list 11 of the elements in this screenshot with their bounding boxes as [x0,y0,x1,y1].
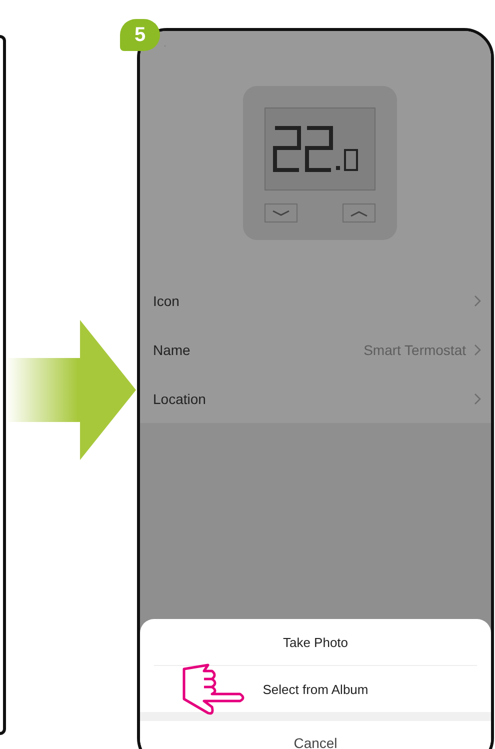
setting-value: Smart Termostat [364,342,466,358]
step-badge: 5 [120,19,160,51]
sheet-option[interactable]: Take Photo [274,630,356,654]
chevron-right-icon[interactable] [474,344,481,356]
setting-label[interactable]: Icon [153,292,180,308]
chevron-right-icon[interactable] [474,294,481,306]
arrow-icon [6,320,136,460]
sheet-option[interactable]: Select from Album [254,678,376,700]
setting-label[interactable]: Name [153,342,190,358]
chevron-right-icon[interactable] [474,392,481,404]
setting-label[interactable]: Location [153,390,206,406]
